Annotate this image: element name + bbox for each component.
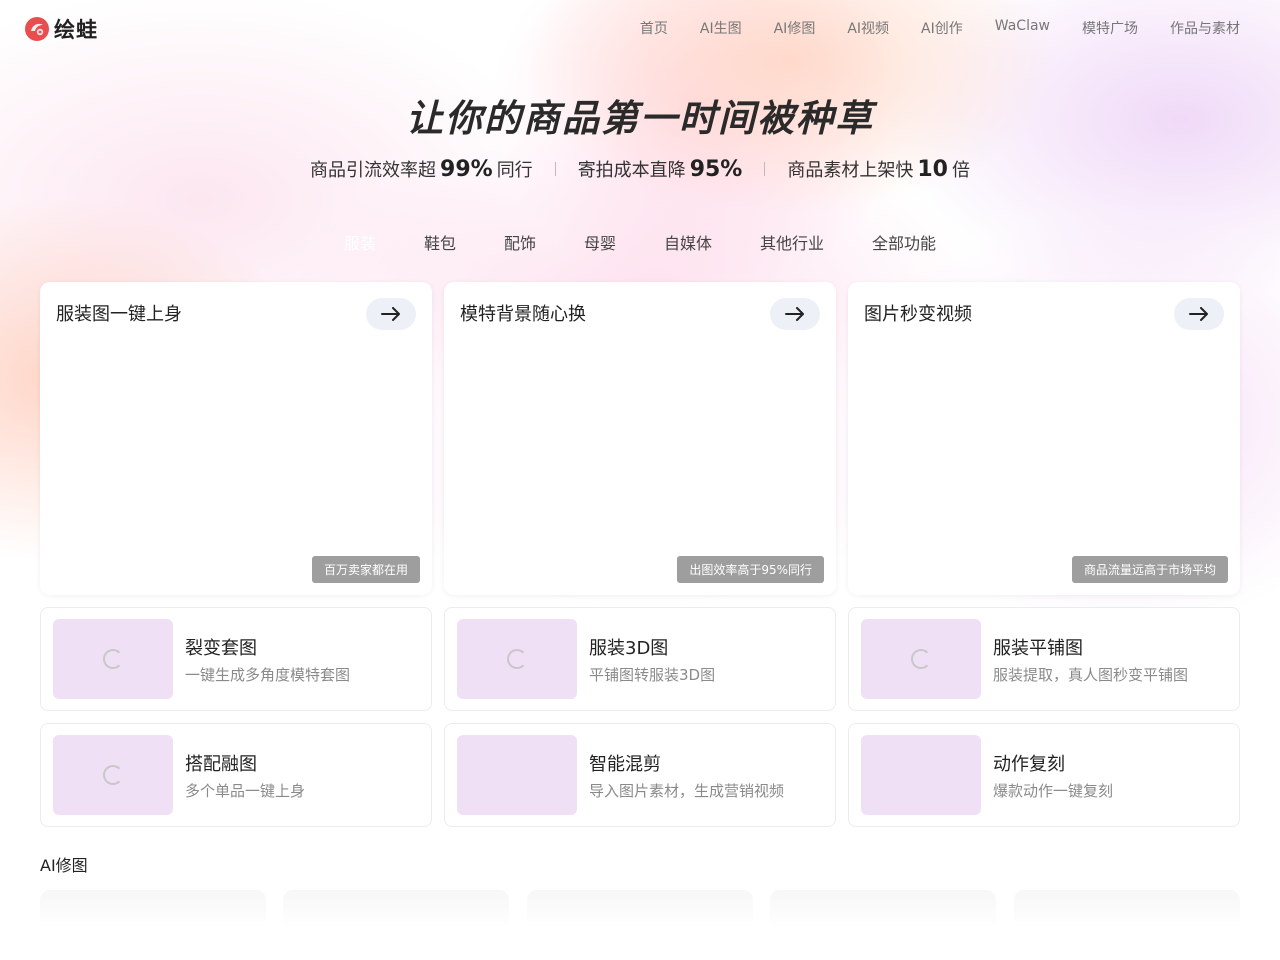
feature-card-background-swap[interactable]: 模特背景随心换 出图效率高于95%同行 bbox=[444, 282, 836, 595]
brand-logo[interactable]: 绘蛙 bbox=[24, 14, 98, 44]
nav-works-assets[interactable]: 作品与素材 bbox=[1170, 18, 1240, 38]
retouch-card-placeholder[interactable] bbox=[40, 890, 266, 930]
stat-divider bbox=[764, 162, 766, 176]
tool-card-outfit-blend[interactable]: 搭配融图 多个单品一键上身 bbox=[40, 723, 432, 827]
arrow-right-icon bbox=[381, 307, 400, 321]
nav-waclaw[interactable]: WaClaw bbox=[995, 18, 1050, 38]
tool-title: 搭配融图 bbox=[185, 754, 257, 775]
feature-card-try-on[interactable]: 服装图一键上身 百万卖家都在用 bbox=[40, 282, 432, 595]
stat-speed: 商品素材上架快 10 倍 bbox=[787, 156, 970, 182]
tool-thumbnail bbox=[457, 735, 577, 815]
tool-description: 平铺图转服装3D图 bbox=[589, 666, 716, 684]
loading-spinner-icon bbox=[911, 649, 931, 669]
tab-all-features[interactable]: 全部功能 bbox=[872, 230, 936, 254]
tool-description: 爆款动作一键复刻 bbox=[993, 782, 1114, 800]
nav-ai-image[interactable]: AI生图 bbox=[700, 18, 742, 38]
tool-description: 服装提取，真人图秒变平铺图 bbox=[993, 666, 1189, 684]
tool-card-apparel-3d[interactable]: 服装3D图 平铺图转服装3D图 bbox=[444, 607, 836, 711]
section-title-ai-retouch: AI修图 bbox=[40, 856, 88, 875]
tab-self-media[interactable]: 自媒体 bbox=[664, 230, 712, 254]
tool-title: 裂变套图 bbox=[185, 638, 257, 659]
stat-label: 寄拍成本直降 bbox=[577, 160, 686, 181]
nav-ai-retouch[interactable]: AI修图 bbox=[774, 18, 816, 38]
tool-description: 导入图片素材，生成营销视频 bbox=[589, 782, 785, 800]
top-header: 绘蛙 首页 AI生图 AI修图 AI视频 AI创作 WaClaw 模特广场 作品… bbox=[0, 0, 1280, 56]
stat-value: 99% bbox=[440, 157, 493, 182]
tool-card-smart-remix[interactable]: 智能混剪 导入图片素材，生成营销视频 bbox=[444, 723, 836, 827]
nav-ai-create[interactable]: AI创作 bbox=[921, 18, 963, 38]
tool-thumbnail bbox=[53, 619, 173, 699]
retouch-card-placeholder[interactable] bbox=[770, 890, 996, 930]
tool-card-motion-replicate[interactable]: 动作复刻 爆款动作一键复刻 bbox=[848, 723, 1240, 827]
tool-description: 一键生成多角度模特套图 bbox=[185, 666, 351, 684]
nav-ai-video[interactable]: AI视频 bbox=[847, 18, 889, 38]
category-tabs: 服装 鞋包 配饰 母婴 自媒体 其他行业 全部功能 bbox=[0, 230, 1280, 254]
stat-traffic: 商品引流效率超 99% 同行 bbox=[310, 156, 533, 182]
frog-logo-icon bbox=[25, 17, 49, 41]
tab-shoes-bags[interactable]: 鞋包 bbox=[424, 230, 456, 254]
feature-card-title: 图片秒变视频 bbox=[864, 304, 972, 325]
feature-card-arrow-button[interactable] bbox=[1174, 298, 1224, 330]
main-nav: 首页 AI生图 AI修图 AI视频 AI创作 WaClaw 模特广场 作品与素材 bbox=[608, 18, 1240, 38]
feature-card-image-to-video[interactable]: 图片秒变视频 商品流量远高于市场平均 bbox=[848, 282, 1240, 595]
feature-card-badge: 百万卖家都在用 bbox=[311, 556, 420, 583]
feature-card-arrow-button[interactable] bbox=[770, 298, 820, 330]
feature-card-arrow-button[interactable] bbox=[366, 298, 416, 330]
tool-title: 服装3D图 bbox=[589, 638, 669, 659]
feature-card-badge: 商品流量远高于市场平均 bbox=[1071, 556, 1228, 583]
loading-spinner-icon bbox=[507, 649, 527, 669]
tool-thumbnail bbox=[53, 735, 173, 815]
stat-label: 商品素材上架快 bbox=[787, 160, 914, 181]
feature-card-title: 模特背景随心换 bbox=[460, 304, 586, 325]
tab-baby[interactable]: 母婴 bbox=[584, 230, 616, 254]
tool-thumbnail bbox=[457, 619, 577, 699]
tool-card-fission-set[interactable]: 裂变套图 一键生成多角度模特套图 bbox=[40, 607, 432, 711]
brand-name: 绘蛙 bbox=[54, 18, 98, 42]
tool-thumbnail bbox=[861, 735, 981, 815]
stat-label: 商品引流效率超 bbox=[310, 160, 437, 181]
nav-model-square[interactable]: 模特广场 bbox=[1082, 18, 1138, 38]
tool-description: 多个单品一键上身 bbox=[185, 782, 306, 800]
retouch-card-placeholder[interactable] bbox=[283, 890, 509, 930]
loading-spinner-icon bbox=[103, 649, 123, 669]
tab-apparel[interactable]: 服装 bbox=[344, 230, 376, 254]
hero-stats: 商品引流效率超 99% 同行 寄拍成本直降 95% 商品素材上架快 10 倍 bbox=[0, 156, 1280, 182]
tool-card-flat-lay[interactable]: 服装平铺图 服装提取，真人图秒变平铺图 bbox=[848, 607, 1240, 711]
feature-card-title: 服装图一键上身 bbox=[56, 304, 182, 325]
retouch-card-placeholder[interactable] bbox=[527, 890, 753, 930]
arrow-right-icon bbox=[785, 307, 804, 321]
stat-value: 95% bbox=[689, 157, 743, 182]
stat-value: 10 bbox=[917, 157, 948, 182]
tab-accessories[interactable]: 配饰 bbox=[504, 230, 536, 254]
tool-title: 动作复刻 bbox=[993, 754, 1065, 775]
tool-title: 服装平铺图 bbox=[993, 638, 1083, 659]
stat-suffix: 倍 bbox=[951, 160, 970, 181]
stat-divider bbox=[554, 162, 556, 176]
hero-title: 让你的商品第一时间被种草 bbox=[406, 97, 874, 140]
stat-cost: 寄拍成本直降 95% bbox=[578, 156, 743, 182]
loading-spinner-icon bbox=[103, 765, 123, 785]
tool-thumbnail bbox=[861, 619, 981, 699]
stat-suffix: 同行 bbox=[496, 160, 533, 181]
feature-card-badge: 出图效率高于95%同行 bbox=[677, 556, 824, 583]
tool-title: 智能混剪 bbox=[589, 754, 661, 775]
arrow-right-icon bbox=[1189, 307, 1208, 321]
retouch-card-placeholder[interactable] bbox=[1014, 890, 1240, 930]
nav-home[interactable]: 首页 bbox=[640, 18, 668, 38]
tab-other-industries[interactable]: 其他行业 bbox=[760, 230, 824, 254]
